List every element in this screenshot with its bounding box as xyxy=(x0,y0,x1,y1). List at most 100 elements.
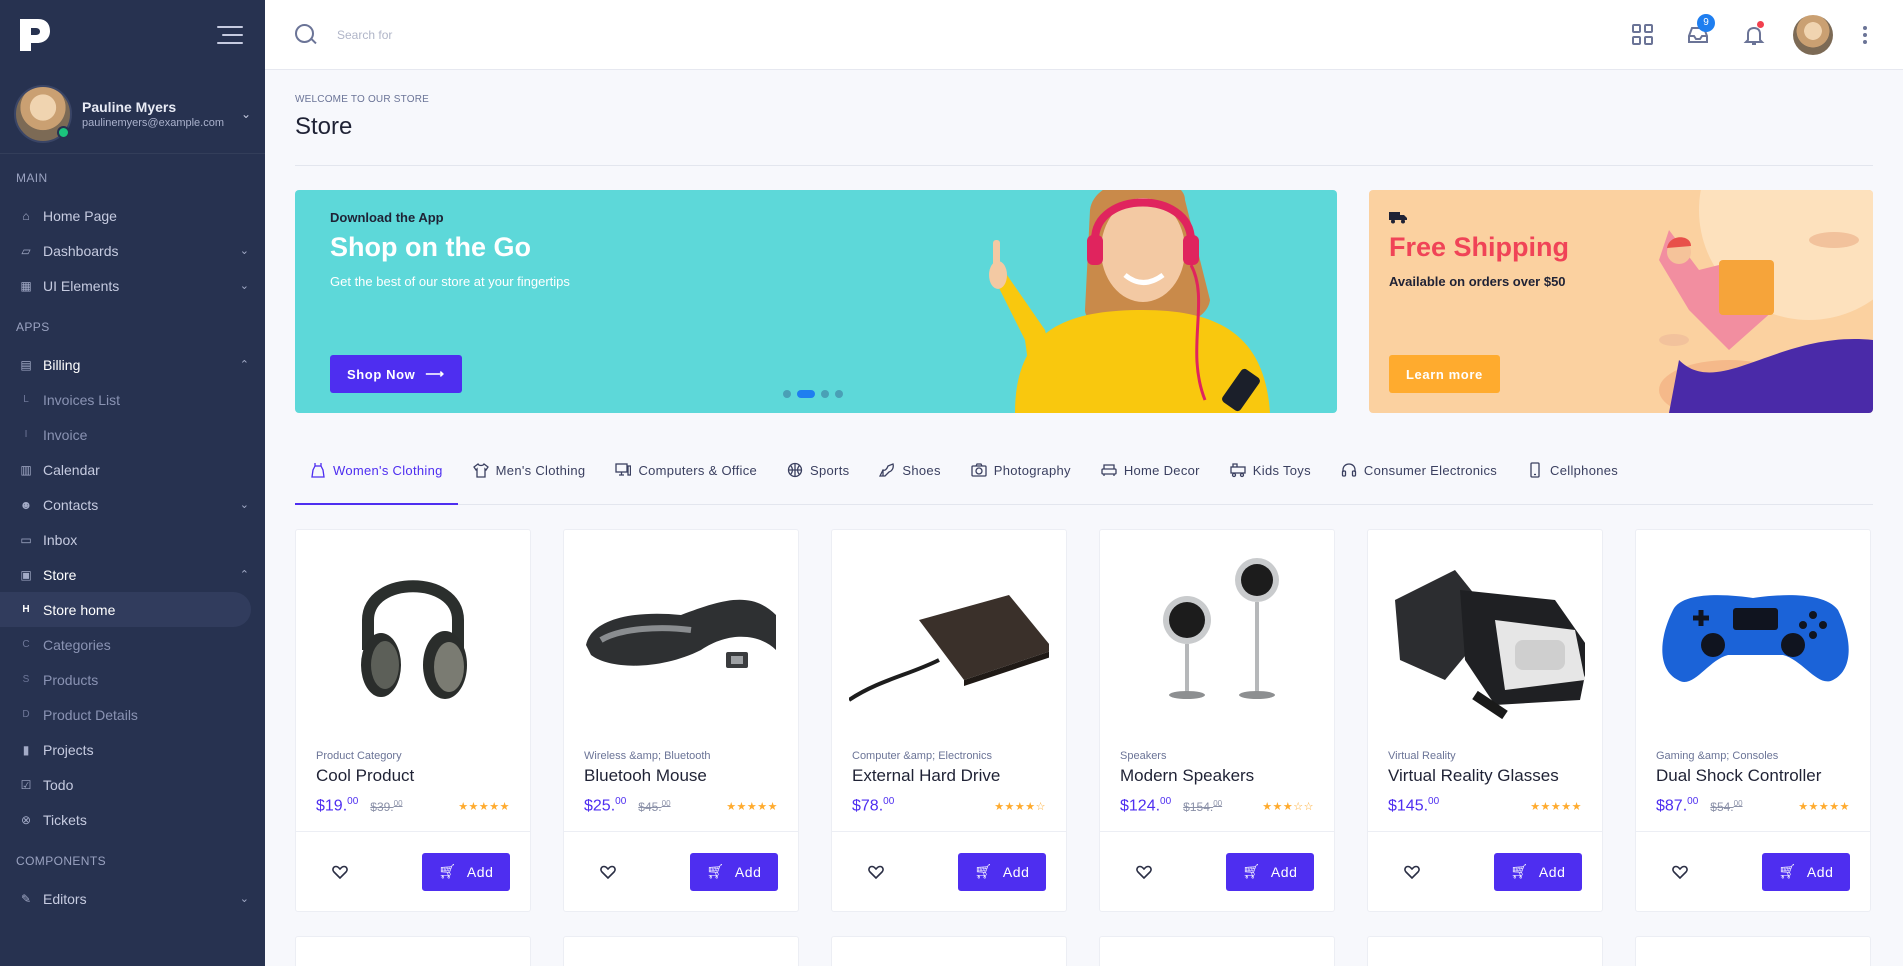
more-options-icon[interactable] xyxy=(1863,25,1867,44)
product-card[interactable]: Gaming &amp; Consoles Dual Shock Control… xyxy=(1635,529,1871,912)
page-title: Store xyxy=(295,113,353,140)
sidebar-item-invoices-list[interactable]: L Invoices List xyxy=(0,382,265,417)
sidebar-item-calendar[interactable]: ▥ Calendar xyxy=(0,452,265,487)
product-name[interactable]: Bluetooh Mouse xyxy=(584,766,778,786)
product-image-hard-drive xyxy=(832,530,1066,730)
product-price: $87.00 xyxy=(1656,796,1699,815)
product-rating: ★★★★★ xyxy=(726,800,778,813)
sidebar-item-home[interactable]: ⌂ Home Page xyxy=(0,198,265,233)
product-card[interactable]: Product Category Cool Product $19.00 $39… xyxy=(295,529,531,912)
tab-mens-clothing[interactable]: Men's Clothing xyxy=(458,436,601,504)
sidebar-item-tickets[interactable]: ⊗ Tickets xyxy=(0,802,265,837)
topbar: 9 xyxy=(265,0,1903,70)
sidebar-item-product-details[interactable]: D Product Details xyxy=(0,697,265,732)
tab-consumer-electronics[interactable]: Consumer Electronics xyxy=(1326,436,1512,504)
product-name[interactable]: External Hard Drive xyxy=(852,766,1046,786)
user-name: Pauline Myers xyxy=(82,98,177,115)
carousel-dot[interactable] xyxy=(835,390,843,398)
inbox-icon[interactable]: 9 xyxy=(1685,13,1715,48)
product-card[interactable] xyxy=(1635,936,1871,966)
product-grid: Product Category Cool Product $19.00 $39… xyxy=(295,529,1873,912)
carousel-dot-active[interactable] xyxy=(797,390,815,398)
tab-sports[interactable]: Sports xyxy=(772,436,864,504)
shirt-icon xyxy=(472,463,489,478)
cart-icon: 🛒︎ xyxy=(1778,863,1797,879)
product-card[interactable]: Speakers Modern Speakers $124.00 $154.00… xyxy=(1099,529,1335,912)
tab-cellphones[interactable]: Cellphones xyxy=(1512,436,1633,504)
user-email: paulinemyers@example.com xyxy=(82,116,225,129)
shipping-title: Free Shipping xyxy=(1389,232,1570,262)
apps-grid-icon[interactable] xyxy=(1629,22,1655,48)
heart-icon[interactable] xyxy=(600,865,616,879)
product-card[interactable]: Wireless &amp; Bluetooth Bluetooh Mouse … xyxy=(563,529,799,912)
projects-icon: ▮ xyxy=(22,742,30,757)
sidebar-item-todo[interactable]: ☑ Todo xyxy=(0,767,265,802)
product-card[interactable] xyxy=(295,936,531,966)
product-old-price: $45.00 xyxy=(638,798,671,814)
search-icon[interactable] xyxy=(295,23,317,46)
product-rating: ★★★★★ xyxy=(1530,800,1582,813)
tab-womens-clothing[interactable]: Women's Clothing xyxy=(295,436,458,505)
product-card[interactable]: Virtual Reality Virtual Reality Glasses … xyxy=(1367,529,1603,912)
add-to-cart-button[interactable]: 🛒︎ Add xyxy=(1226,852,1314,891)
product-name[interactable]: Modern Speakers xyxy=(1120,766,1314,786)
tab-computers-office[interactable]: Computers & Office xyxy=(600,436,772,504)
heart-icon[interactable] xyxy=(1672,865,1688,879)
product-image-speakers xyxy=(1100,530,1334,730)
bell-icon[interactable] xyxy=(1741,20,1767,48)
sidebar-item-invoice[interactable]: I Invoice xyxy=(0,417,265,452)
add-to-cart-button[interactable]: 🛒︎ Add xyxy=(422,852,510,891)
sidebar-item-products[interactable]: S Products xyxy=(0,662,265,697)
add-to-cart-button[interactable]: 🛒︎ Add xyxy=(1762,852,1850,891)
sidebar-item-editors[interactable]: ✎ Editors ⌄ xyxy=(0,881,265,916)
tab-shoes[interactable]: Shoes xyxy=(864,436,955,504)
brand-logo[interactable] xyxy=(14,15,54,55)
tab-kids-toys[interactable]: Kids Toys xyxy=(1215,436,1326,504)
product-name[interactable]: Cool Product xyxy=(316,766,510,786)
add-to-cart-button[interactable]: 🛒︎ Add xyxy=(690,852,778,891)
tab-photography[interactable]: Photography xyxy=(956,436,1086,504)
woman-with-headphones-image xyxy=(989,190,1270,413)
product-name[interactable]: Virtual Reality Glasses xyxy=(1388,766,1582,786)
product-card[interactable] xyxy=(1099,936,1335,966)
toy-car-icon xyxy=(1230,463,1246,478)
product-card[interactable] xyxy=(1367,936,1603,966)
sidebar-item-dashboards[interactable]: ▱ Dashboards ⌄ xyxy=(0,233,265,268)
edit-icon: ✎ xyxy=(20,891,32,906)
learn-more-button[interactable]: Learn more xyxy=(1389,355,1500,393)
product-image-controller xyxy=(1636,530,1870,730)
heart-icon[interactable] xyxy=(332,865,348,879)
sidebar-item-projects[interactable]: ▮ Projects xyxy=(0,732,265,767)
sidebar-item-store[interactable]: ▣ Store ⌃ xyxy=(0,557,265,592)
delivery-runner-illustration xyxy=(1659,190,1873,413)
add-to-cart-button[interactable]: 🛒︎ Add xyxy=(1494,852,1582,891)
home-icon: ⌂ xyxy=(22,208,30,223)
chevron-down-icon: ⌄ xyxy=(239,499,249,511)
menu-toggle-icon[interactable] xyxy=(217,26,243,44)
product-card[interactable]: Computer &amp; Electronics External Hard… xyxy=(831,529,1067,912)
product-card[interactable] xyxy=(831,936,1067,966)
sidebar-item-store-home[interactable]: H Store home xyxy=(0,592,251,627)
product-rating: ★★★★★ xyxy=(1798,800,1850,813)
sidebar-item-categories[interactable]: C Categories xyxy=(0,627,265,662)
sidebar-item-inbox[interactable]: ▭ Inbox xyxy=(0,522,265,557)
user-profile[interactable]: Pauline Myers paulinemyers@example.com ⌄ xyxy=(0,74,265,154)
carousel-dot[interactable] xyxy=(783,390,791,398)
shop-now-button[interactable]: Shop Now ⟶ xyxy=(330,355,462,393)
users-icon: ☻ xyxy=(19,497,33,512)
sidebar-item-ui-elements[interactable]: ▦ UI Elements ⌄ xyxy=(0,268,265,303)
carousel-dot[interactable] xyxy=(821,390,829,398)
user-avatar[interactable] xyxy=(1793,14,1833,55)
heart-icon[interactable] xyxy=(1404,865,1420,879)
heart-icon[interactable] xyxy=(1136,865,1152,879)
chevron-down-icon[interactable]: ⌄ xyxy=(241,107,251,121)
product-card[interactable] xyxy=(563,936,799,966)
sidebar-item-contacts[interactable]: ☻ Contacts ⌄ xyxy=(0,487,265,522)
product-name[interactable]: Dual Shock Controller xyxy=(1656,766,1850,786)
add-to-cart-button[interactable]: 🛒︎ Add xyxy=(958,852,1046,891)
table-icon: ▦ xyxy=(20,278,32,293)
tab-home-decor[interactable]: Home Decor xyxy=(1086,436,1215,504)
sidebar-item-billing[interactable]: ▤ Billing ⌃ xyxy=(0,347,265,382)
search-input[interactable] xyxy=(337,27,737,42)
heart-icon[interactable] xyxy=(868,865,884,879)
